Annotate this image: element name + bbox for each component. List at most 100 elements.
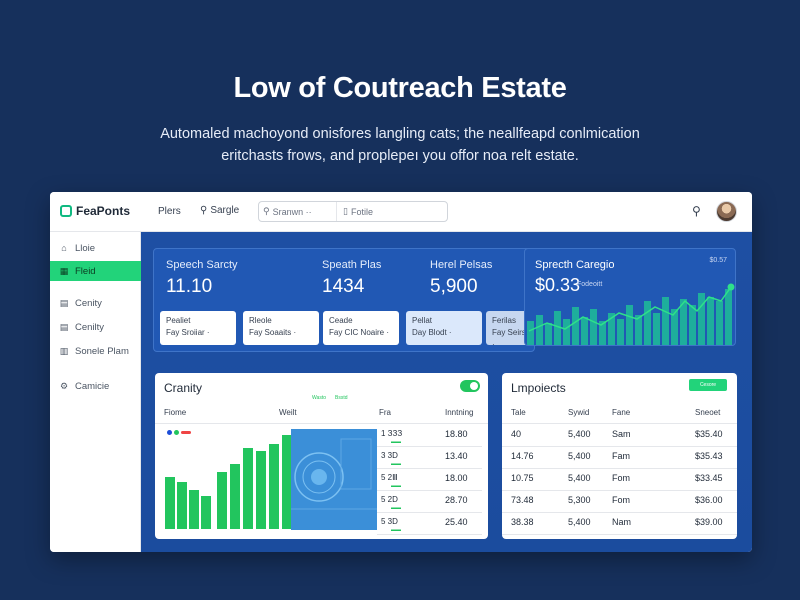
map-pattern bbox=[291, 438, 377, 510]
employees-cell: $39.00 bbox=[695, 517, 723, 527]
column-header[interactable]: Sneoet bbox=[695, 408, 720, 417]
mini-card-title: Pellat bbox=[412, 316, 433, 325]
activity-bar bbox=[201, 496, 211, 529]
column-header[interactable]: Fiome bbox=[164, 408, 186, 417]
mini-card-title: Rleole bbox=[249, 316, 272, 325]
stat-label: Herel Pelsas bbox=[430, 259, 493, 271]
mini-card-sub: Fay CIC Noaire · bbox=[329, 328, 390, 337]
row-divider bbox=[377, 490, 482, 491]
hero-subtitle-line-1: Automaled machoyond onisfores langling c… bbox=[160, 126, 640, 142]
row-indicator: ▬▬ bbox=[391, 461, 401, 467]
main-content: Speech Sarcty 11.10 Speath Plas 1434 Her… bbox=[141, 232, 752, 552]
employees-cell: 10.75 bbox=[511, 473, 534, 483]
row-indicator: ▬▬ bbox=[391, 439, 401, 445]
row-indicator: ▬▬ bbox=[391, 483, 401, 489]
column-header[interactable]: Weilt bbox=[279, 408, 297, 417]
activity-panel: Cranity Wasto Bsstd Fiome Weilt Fra Innt… bbox=[155, 373, 488, 539]
employees-action-button[interactable]: Cesore bbox=[689, 379, 727, 391]
employees-cell: Fam bbox=[612, 451, 630, 461]
sidebar-item-camicie[interactable]: ⚙ Camicie bbox=[50, 376, 141, 396]
trend-bar bbox=[545, 323, 552, 345]
hero-subtitle: Automaled machoyond onisfores langling c… bbox=[120, 123, 680, 167]
avatar[interactable] bbox=[716, 201, 737, 222]
trend-bar bbox=[653, 313, 660, 345]
employees-cell: 5,400 bbox=[568, 429, 591, 439]
employees-cell: 5,400 bbox=[568, 451, 591, 461]
sidebar-item-label: Lloie bbox=[75, 242, 96, 254]
row-divider bbox=[377, 512, 482, 513]
mini-card-ceade[interactable]: Ceade Fay CIC Noaire · bbox=[323, 311, 399, 345]
trend-bar bbox=[698, 293, 705, 345]
sidebar-item-home[interactable]: ⌂ Lloie bbox=[50, 238, 141, 258]
employees-cell: Sam bbox=[612, 429, 631, 439]
employees-panel: Lmpoiects Cesore Tale Sywid Fane Sneoet … bbox=[502, 373, 737, 539]
row-indicator: ▬▬ bbox=[391, 527, 401, 533]
sidebar-item-cenilty[interactable]: ▤ Cenilty bbox=[50, 317, 141, 337]
search-segment-query[interactable]: ⚲ Sranwn ·· bbox=[259, 202, 337, 221]
trend-bar bbox=[635, 315, 642, 345]
trend-bar bbox=[716, 301, 723, 345]
activity-cell-b: 13.40 bbox=[445, 451, 468, 461]
trend-bar bbox=[644, 301, 651, 345]
grid-icon: ▦ bbox=[59, 265, 69, 276]
search-icon: ⚲ bbox=[200, 205, 208, 216]
nav-search-label: Sargle bbox=[210, 205, 240, 216]
mini-card-sub: Fay Sroiiar · bbox=[166, 328, 210, 337]
trend-bar bbox=[590, 309, 597, 345]
activity-cell-a: 5 3D bbox=[381, 517, 398, 526]
search-query-text: Sranwn ·· bbox=[272, 206, 312, 217]
stat-herel-pelsas: Herel Pelsas 5,900 bbox=[430, 259, 492, 298]
sidebar-item-field[interactable]: ▦ Fleid bbox=[50, 261, 141, 281]
activity-cell-b: 25.40 bbox=[445, 517, 468, 527]
activity-bar bbox=[230, 464, 240, 529]
employees-title: Lmpoiects bbox=[511, 381, 566, 395]
column-header[interactable]: Sywid bbox=[568, 408, 589, 417]
column-header[interactable]: Fane bbox=[612, 408, 630, 417]
mini-card-pellat[interactable]: Pellat Day Blodt · bbox=[406, 311, 482, 345]
sidebar-item-cenity[interactable]: ▤ Cenity bbox=[50, 293, 141, 313]
row-divider bbox=[377, 468, 482, 469]
employees-cell: $35.40 bbox=[695, 429, 723, 439]
column-header[interactable]: Tale bbox=[511, 408, 526, 417]
legend-dot-blue bbox=[167, 430, 172, 435]
map-image bbox=[291, 429, 377, 530]
search-icon: ⚲ bbox=[263, 206, 270, 216]
search-icon[interactable]: ⚲ bbox=[692, 204, 701, 218]
trend-bar bbox=[554, 311, 561, 345]
nav-search[interactable]: ⚲ Sargle bbox=[200, 205, 239, 216]
search-filter-text: Fotile bbox=[350, 206, 373, 217]
trend-bar bbox=[581, 317, 588, 345]
mini-card-title: Pealiet bbox=[166, 316, 191, 325]
nav-plans[interactable]: Plers bbox=[158, 206, 181, 217]
search-segment-filter[interactable]: ▯ Fotile bbox=[337, 206, 373, 217]
trend-line-endpoint bbox=[727, 283, 735, 291]
mini-card-rleole[interactable]: Rleole Fay Soaaits · bbox=[243, 311, 319, 345]
trend-sub: Fodeoitt bbox=[577, 281, 603, 288]
stat-speech-sarcty: Speech Sarcty 11.10 bbox=[166, 259, 238, 298]
row-divider bbox=[502, 468, 737, 469]
top-bar: FeaPonts Plers ⚲ Sargle ⚲ Sranwn ·· ▯ Fo… bbox=[50, 192, 752, 232]
brand[interactable]: FeaPonts bbox=[60, 204, 130, 218]
activity-bar bbox=[165, 477, 175, 529]
row-divider bbox=[502, 490, 737, 491]
hero-subtitle-line-2: eritchasts frows, and proplepeı you offo… bbox=[221, 148, 579, 164]
trend-bar bbox=[563, 319, 570, 345]
activity-toggle[interactable] bbox=[460, 380, 480, 392]
home-icon: ⌂ bbox=[61, 243, 67, 253]
trend-bar bbox=[662, 297, 669, 345]
search-input[interactable]: ⚲ Sranwn ·· ▯ Fotile bbox=[258, 201, 448, 222]
employees-cell: Nam bbox=[612, 517, 632, 527]
brand-name: FeaPonts bbox=[76, 204, 131, 218]
column-header[interactable]: Inntning bbox=[445, 408, 473, 417]
employees-cell: 38.38 bbox=[511, 517, 534, 527]
trend-bar bbox=[536, 315, 543, 345]
mini-card-sub: Fay Soaaits · bbox=[249, 328, 297, 337]
column-header[interactable]: Fra bbox=[379, 408, 391, 417]
stat-speath-plas: Speath Plas 1434 bbox=[322, 259, 381, 298]
trend-bar bbox=[626, 305, 633, 345]
sidebar-item-sonele-plam[interactable]: ▥ Sonele Plam bbox=[50, 341, 141, 361]
mini-card-pealiet[interactable]: Pealiet Fay Sroiiar · bbox=[160, 311, 236, 345]
employees-cell: $33.45 bbox=[695, 473, 723, 483]
activity-bar bbox=[269, 444, 279, 529]
trend-bar bbox=[725, 289, 732, 345]
